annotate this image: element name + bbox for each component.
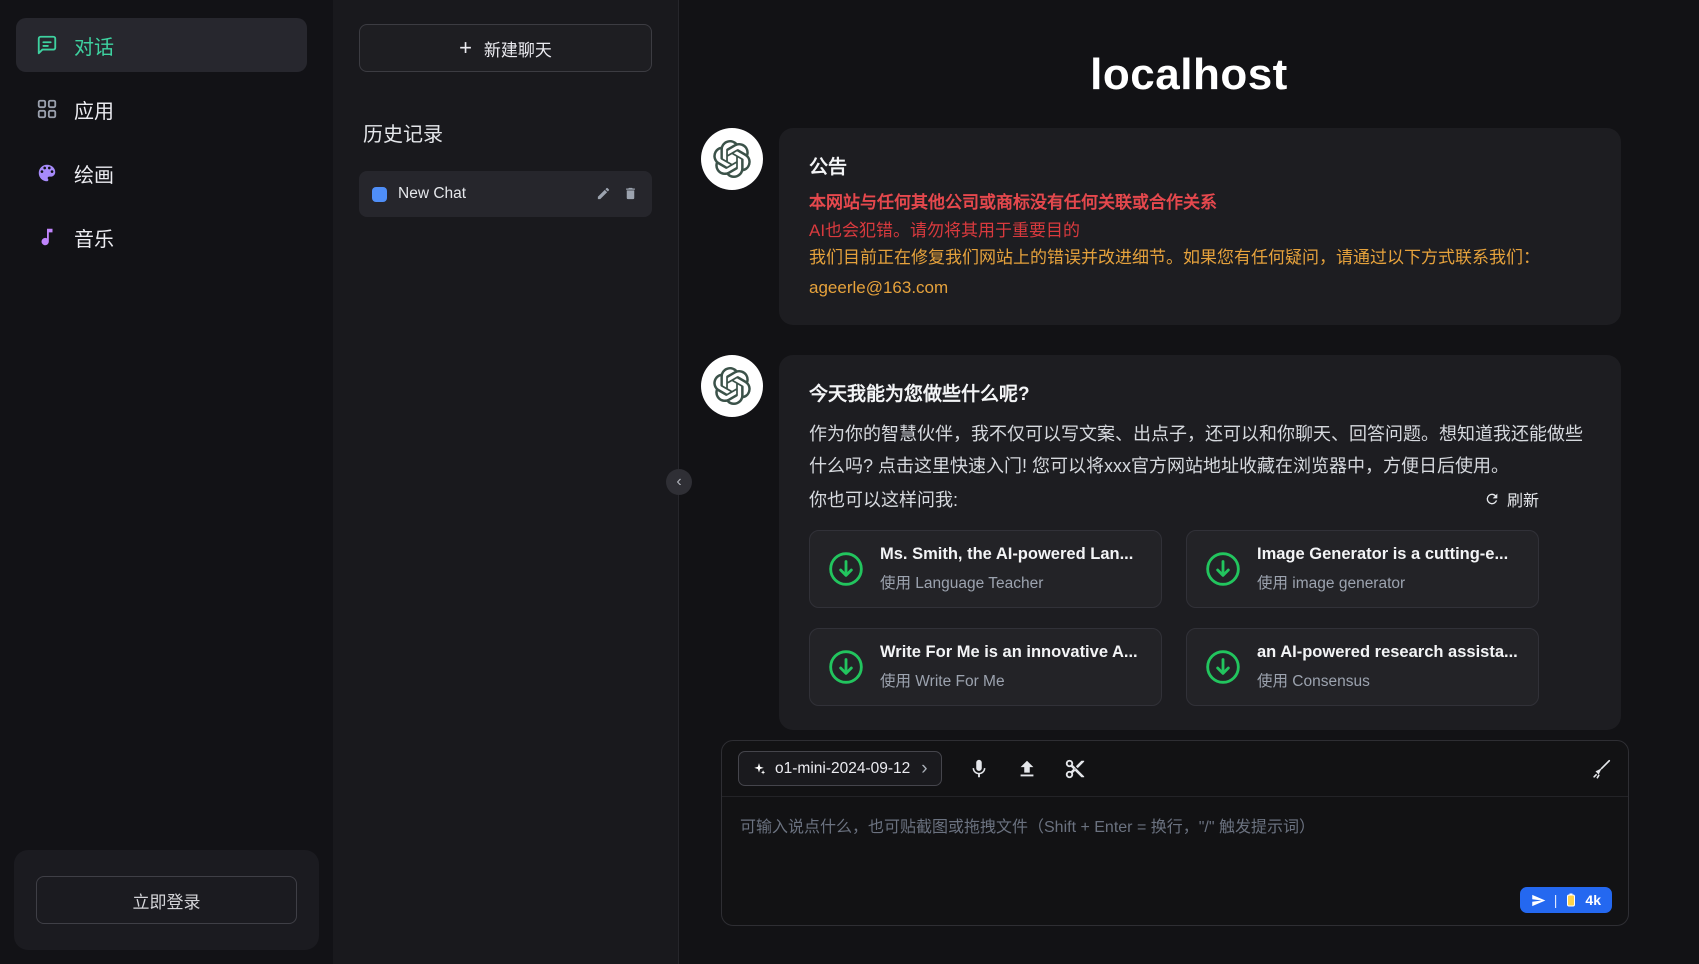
- collapse-panel-button[interactable]: ‹: [666, 469, 692, 495]
- suggestion-texts: Image Generator is a cutting-e... 使用 ima…: [1257, 545, 1508, 593]
- clear-broom-icon[interactable]: [1590, 758, 1612, 780]
- palette-icon: [36, 162, 58, 184]
- battery-icon: [1565, 893, 1577, 907]
- message-input[interactable]: [722, 797, 1628, 889]
- upload-icon[interactable]: [1016, 758, 1038, 780]
- welcome-message: 今天我能为您做些什么呢? 作为你的智慧伙伴，我不仅可以写文案、出点子，还可以和你…: [701, 355, 1621, 730]
- composer-toolbar: o1-mini-2024-09-12 ›: [722, 741, 1628, 797]
- new-chat-button[interactable]: + 新建聊天: [359, 24, 652, 72]
- delete-chat-icon[interactable]: [623, 186, 639, 202]
- chat-history-item[interactable]: New Chat: [359, 171, 652, 217]
- chat-bubble-icon: [36, 34, 58, 56]
- main-content: localhost 公告 本网站与任何其他公司或商标没有任何关联或合作关系 AI…: [679, 0, 1699, 964]
- assistant-avatar: [701, 128, 763, 190]
- badge-divider: |: [1554, 892, 1558, 908]
- sidebar-item-apps[interactable]: 应用: [16, 82, 307, 136]
- announcement-line-3: 我们目前正在修复我们网站上的错误并改进细节。如果您有任何疑问，请通过以下方式联系…: [809, 244, 1591, 272]
- login-button[interactable]: 立即登录: [36, 876, 297, 924]
- chat-item-title: New Chat: [398, 185, 585, 203]
- suggestion-card[interactable]: Image Generator is a cutting-e... 使用 ima…: [1186, 530, 1539, 608]
- sidebar-item-label: 对话: [74, 31, 114, 60]
- plus-icon: +: [459, 37, 472, 59]
- welcome-card: 今天我能为您做些什么呢? 作为你的智慧伙伴，我不仅可以写文案、出点子，还可以和你…: [779, 355, 1621, 730]
- suggestion-grid: Ms. Smith, the AI-powered Lan... 使用 Lang…: [809, 530, 1539, 706]
- login-panel: 立即登录: [14, 850, 319, 950]
- openai-logo-icon: [713, 367, 751, 405]
- suggestion-subtitle: 使用 Consensus: [1257, 669, 1518, 691]
- welcome-title: 今天我能为您做些什么呢?: [809, 379, 1591, 406]
- sidebar-item-draw[interactable]: 绘画: [16, 146, 307, 200]
- sparkle-icon: [752, 762, 766, 776]
- openai-logo-icon: [713, 140, 751, 178]
- suggestion-subtitle: 使用 Language Teacher: [880, 571, 1133, 593]
- sidebar: 对话 应用 绘画 音乐 立即登录: [0, 0, 333, 964]
- download-circle-icon: [1203, 549, 1243, 589]
- model-selector-button[interactable]: o1-mini-2024-09-12 ›: [738, 751, 942, 786]
- sidebar-item-music[interactable]: 音乐: [16, 210, 307, 264]
- sidebar-item-label: 绘画: [74, 159, 114, 188]
- send-plane-icon: [1531, 893, 1546, 908]
- chevron-right-icon: ›: [921, 759, 927, 778]
- microphone-icon[interactable]: [968, 758, 990, 780]
- suggestion-subtitle: 使用 Write For Me: [880, 669, 1138, 691]
- download-circle-icon: [1203, 647, 1243, 687]
- send-token-badge[interactable]: | 4k: [1520, 887, 1612, 913]
- suggestion-subtitle: 使用 image generator: [1257, 571, 1508, 593]
- assistant-avatar: [701, 355, 763, 417]
- new-chat-label: 新建聊天: [484, 36, 552, 61]
- download-circle-icon: [826, 549, 866, 589]
- announcement-card: 公告 本网站与任何其他公司或商标没有任何关联或合作关系 AI也会犯错。请勿将其用…: [779, 128, 1621, 325]
- sidebar-item-label: 音乐: [74, 223, 114, 252]
- sidebar-item-chat[interactable]: 对话: [16, 18, 307, 72]
- refresh-label: 刷新: [1507, 487, 1539, 511]
- music-note-icon: [36, 226, 58, 248]
- welcome-body: 作为你的智慧伙伴，我不仅可以写文案、出点子，还可以和你聊天、回答问题。想知道我还…: [809, 418, 1591, 482]
- suggestion-title: Ms. Smith, the AI-powered Lan...: [880, 545, 1133, 564]
- announcement-line-2: AI也会犯错。请勿将其用于重要目的: [809, 217, 1591, 245]
- scissors-icon[interactable]: [1064, 758, 1086, 780]
- token-count: 4k: [1585, 892, 1601, 908]
- download-circle-icon: [826, 647, 866, 687]
- composer: o1-mini-2024-09-12 ›: [721, 740, 1629, 926]
- suggestion-title: an AI-powered research assista...: [1257, 643, 1518, 662]
- page-title: localhost: [679, 50, 1699, 100]
- history-title: 历史记录: [359, 118, 652, 147]
- chat-list-panel: + 新建聊天 历史记录 New Chat: [333, 0, 679, 964]
- announcement-line-1: 本网站与任何其他公司或商标没有任何关联或合作关系: [809, 189, 1591, 217]
- suggestion-card[interactable]: an AI-powered research assista... 使用 Con…: [1186, 628, 1539, 706]
- suggestion-texts: an AI-powered research assista... 使用 Con…: [1257, 643, 1518, 691]
- message-list: 公告 本网站与任何其他公司或商标没有任何关联或合作关系 AI也会犯错。请勿将其用…: [679, 124, 1699, 730]
- ask-row: 你也可以这样问我: 刷新: [809, 486, 1539, 512]
- suggestion-card[interactable]: Write For Me is an innovative A... 使用 Wr…: [809, 628, 1162, 706]
- refresh-icon: [1484, 491, 1500, 507]
- app-root: 对话 应用 绘画 音乐 立即登录 + 新建聊天: [0, 0, 1699, 964]
- announcement-message: 公告 本网站与任何其他公司或商标没有任何关联或合作关系 AI也会犯错。请勿将其用…: [701, 128, 1621, 325]
- chat-item-color-icon: [372, 187, 387, 202]
- model-name: o1-mini-2024-09-12: [775, 760, 910, 778]
- ask-hint: 你也可以这样问我:: [809, 486, 958, 512]
- edit-chat-icon[interactable]: [596, 186, 612, 202]
- suggestion-texts: Ms. Smith, the AI-powered Lan... 使用 Lang…: [880, 545, 1133, 593]
- sidebar-item-label: 应用: [74, 95, 114, 124]
- announcement-title: 公告: [809, 152, 1591, 179]
- contact-email-link[interactable]: ageerle@163.com: [809, 274, 948, 302]
- suggestion-card[interactable]: Ms. Smith, the AI-powered Lan... 使用 Lang…: [809, 530, 1162, 608]
- refresh-suggestions-button[interactable]: 刷新: [1484, 487, 1539, 511]
- apps-grid-icon: [36, 98, 58, 120]
- suggestion-title: Write For Me is an innovative A...: [880, 643, 1138, 662]
- suggestion-texts: Write For Me is an innovative A... 使用 Wr…: [880, 643, 1138, 691]
- suggestion-title: Image Generator is a cutting-e...: [1257, 545, 1508, 564]
